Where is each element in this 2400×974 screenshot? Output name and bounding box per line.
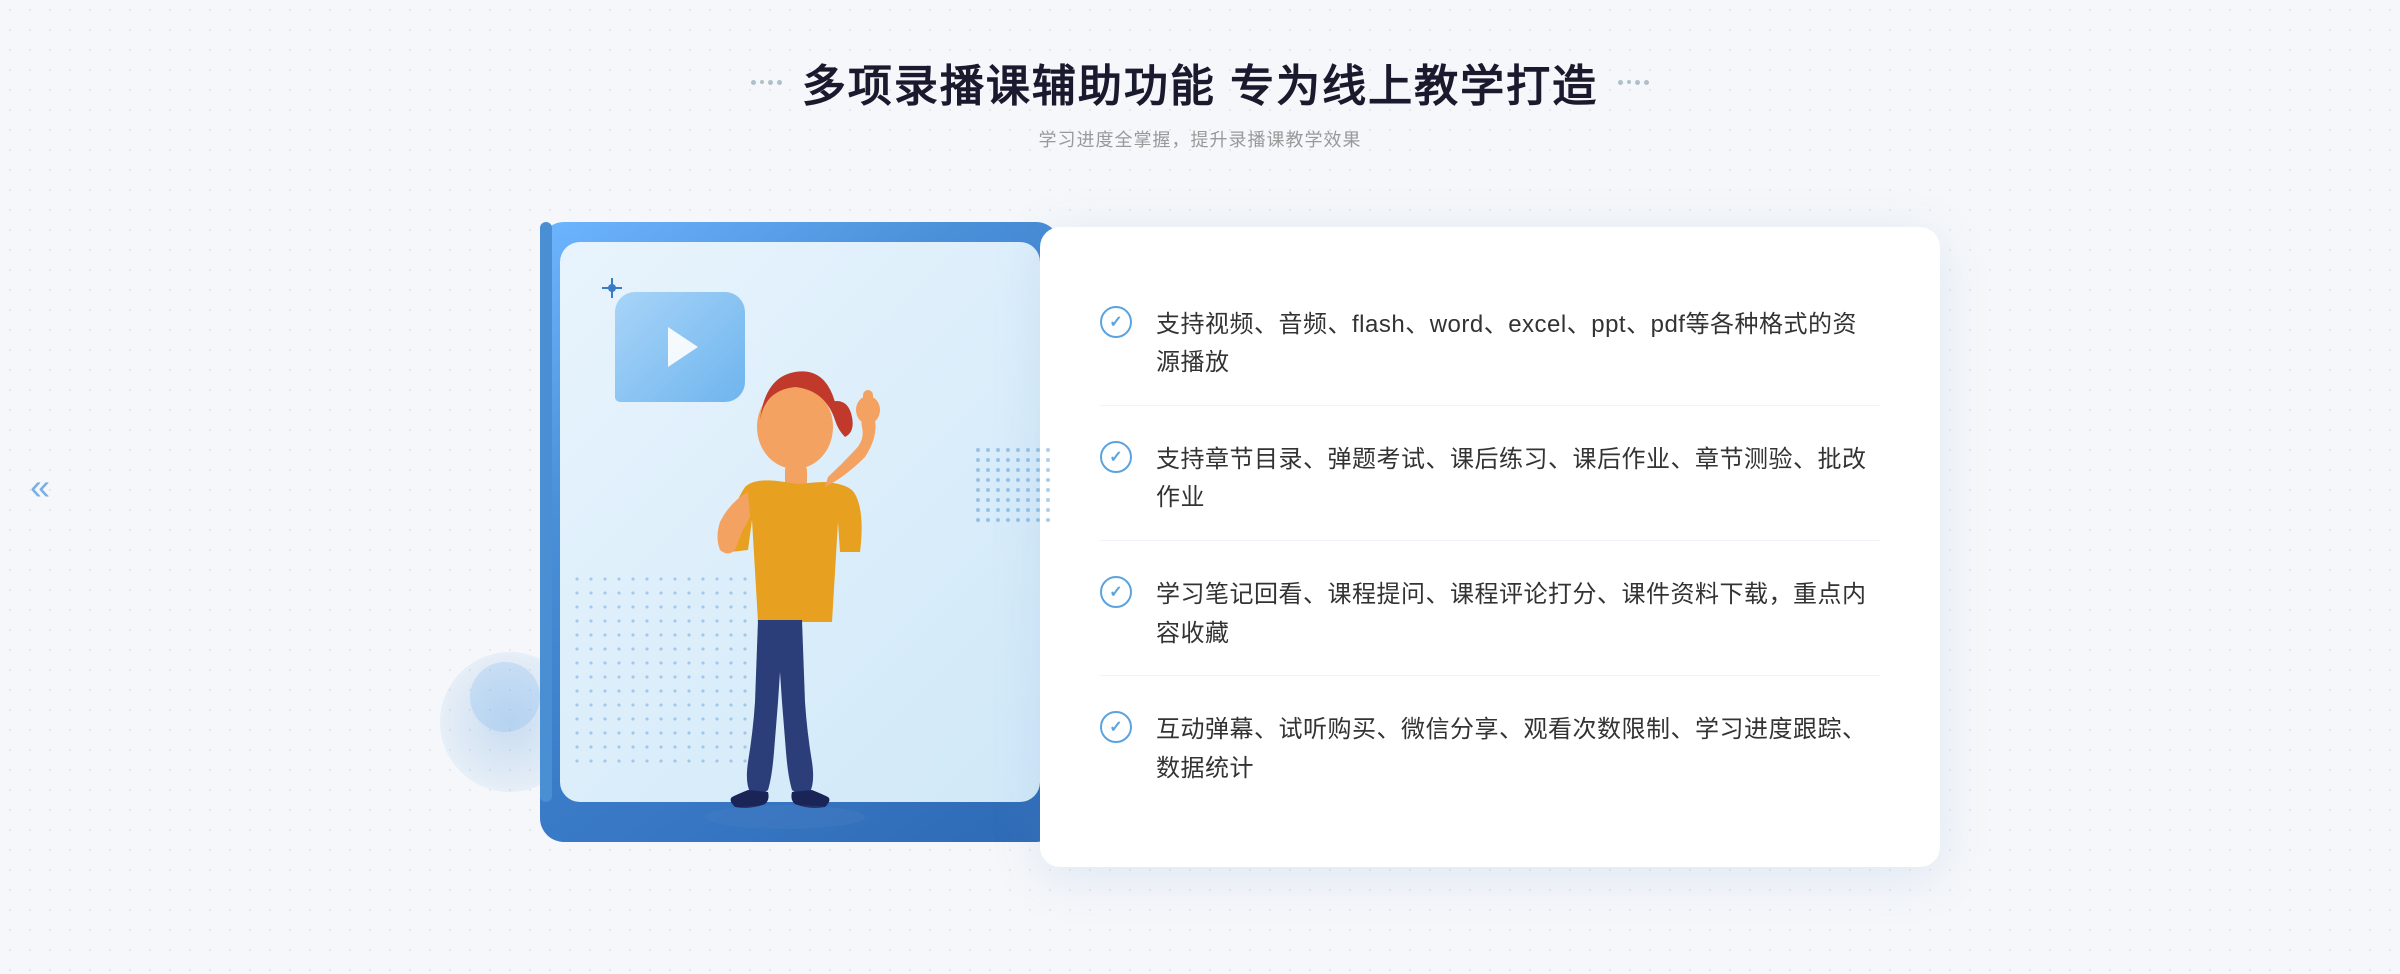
check-icon-3: ✓ — [1109, 582, 1122, 602]
check-circle-1: ✓ — [1100, 306, 1132, 338]
feature-text-4: 互动弹幕、试听购买、微信分享、观看次数限制、学习进度跟踪、数据统计 — [1156, 711, 1880, 788]
features-panel: ✓ 支持视频、音频、flash、word、excel、ppt、pdf等各种格式的… — [1040, 227, 1940, 867]
feature-item-4: ✓ 互动弹幕、试听购买、微信分享、观看次数限制、学习进度跟踪、数据统计 — [1100, 689, 1880, 810]
page-header: 多项录播课辅助功能 专为线上教学打造 学习进度全掌握，提升录播课教学效果 — [751, 50, 1649, 152]
check-icon-1: ✓ — [1109, 312, 1122, 332]
illustration-section — [460, 192, 1080, 872]
feature-item-1: ✓ 支持视频、音频、flash、word、excel、ppt、pdf等各种格式的… — [1100, 284, 1880, 406]
sub-title: 学习进度全掌握，提升录播课教学效果 — [751, 126, 1649, 152]
left-chevron-icon[interactable]: « — [30, 469, 50, 505]
feature-text-3: 学习笔记回看、课程提问、课程评论打分、课件资料下载，重点内容收藏 — [1156, 576, 1880, 653]
left-navigation-arrows[interactable]: « — [30, 469, 50, 505]
feature-item-2: ✓ 支持章节目录、弹题考试、课后练习、课后作业、章节测验、批改作业 — [1100, 419, 1880, 541]
check-circle-3: ✓ — [1100, 576, 1132, 608]
header-decorators: 多项录播课辅助功能 专为线上教学打造 — [751, 50, 1649, 114]
deco-circle-small — [470, 662, 540, 732]
check-circle-4: ✓ — [1100, 711, 1132, 743]
feature-text-2: 支持章节目录、弹题考试、课后练习、课后作业、章节测验、批改作业 — [1156, 441, 1880, 518]
content-area: ✓ 支持视频、音频、flash、word、excel、ppt、pdf等各种格式的… — [420, 192, 1980, 872]
feature-text-1: 支持视频、音频、flash、word、excel、ppt、pdf等各种格式的资源… — [1156, 306, 1880, 383]
feature-item-3: ✓ 学习笔记回看、课程提问、课程评论打分、课件资料下载，重点内容收藏 — [1100, 554, 1880, 676]
person-illustration — [600, 272, 1000, 862]
check-icon-4: ✓ — [1109, 717, 1122, 737]
right-decorator-dots — [1618, 80, 1649, 85]
stripe-pattern-decoration — [975, 447, 1055, 532]
left-decorator-dots — [751, 80, 782, 85]
check-circle-2: ✓ — [1100, 441, 1132, 473]
check-icon-2: ✓ — [1109, 447, 1122, 467]
blue-side-bar — [540, 222, 552, 802]
main-title: 多项录播课辅助功能 专为线上教学打造 — [802, 50, 1598, 114]
